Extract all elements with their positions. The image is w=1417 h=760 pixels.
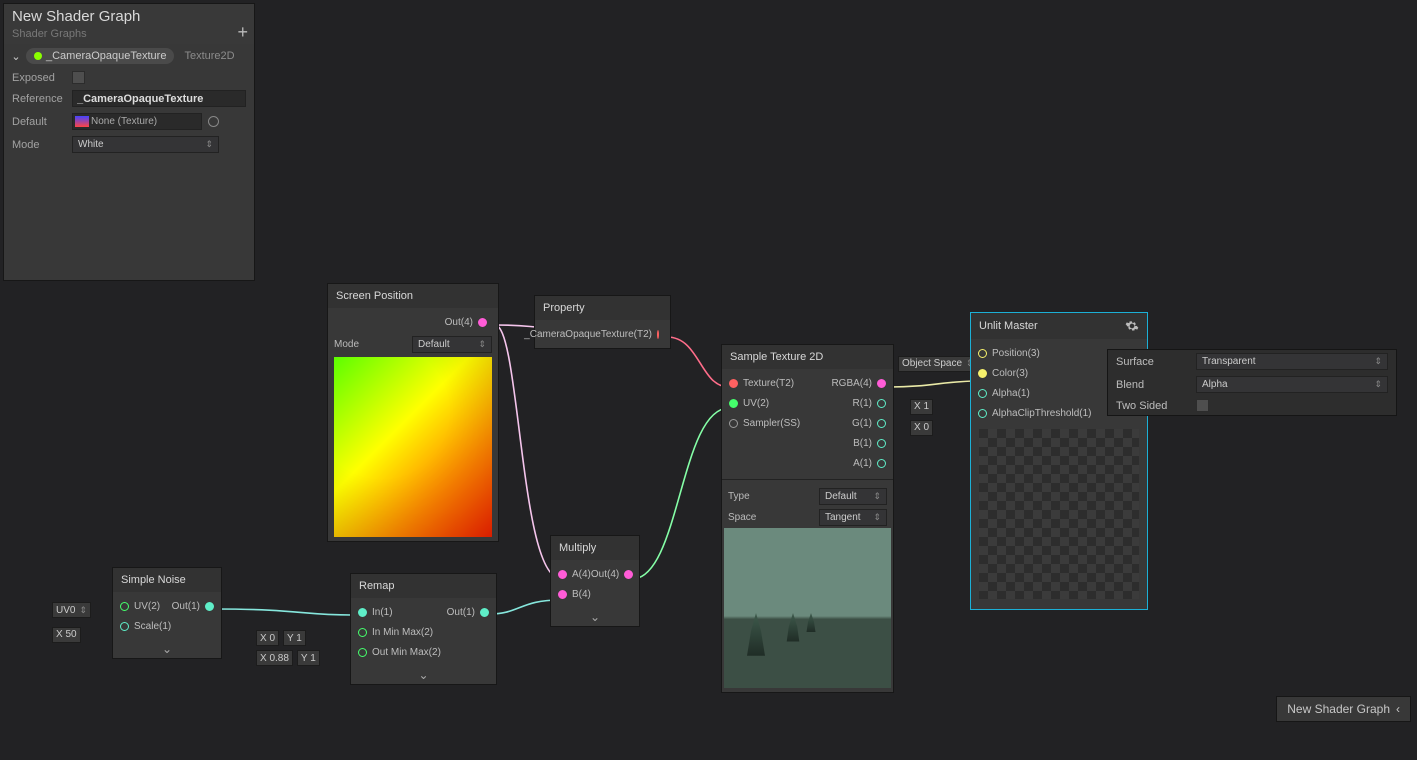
node-screen-position[interactable]: Screen Position Out(4) Mode Default	[327, 283, 499, 542]
scale-input-pill[interactable]: X 50	[52, 627, 81, 643]
object-picker-button[interactable]	[208, 116, 219, 127]
port-out[interactable]	[657, 330, 659, 339]
port-scale[interactable]	[120, 622, 129, 631]
sample-space-dropdown[interactable]: Tangent	[819, 509, 887, 526]
port-out[interactable]	[205, 602, 214, 611]
port-out[interactable]	[480, 608, 489, 617]
property-name: _CameraOpaqueTexture	[46, 50, 166, 62]
remap-imm-y[interactable]: Y 1	[283, 630, 306, 646]
master-settings-panel: Surface Transparent Blend Alpha Two Side…	[1107, 349, 1397, 416]
port-b[interactable]	[558, 590, 567, 599]
collapse-toggle[interactable]: ⌄	[351, 666, 496, 684]
port-g[interactable]	[877, 419, 886, 428]
port-color[interactable]	[978, 369, 987, 378]
sample-preview	[724, 528, 891, 688]
port-a[interactable]	[877, 459, 886, 468]
port-uv[interactable]	[120, 602, 129, 611]
port-out-min-max[interactable]	[358, 648, 367, 657]
reference-label: Reference	[12, 93, 72, 105]
port-in-min-max[interactable]	[358, 628, 367, 637]
property-type: Texture2D	[184, 50, 234, 62]
remap-omm-y[interactable]: Y 1	[297, 650, 320, 666]
port-out[interactable]	[624, 570, 633, 579]
two-sided-checkbox[interactable]	[1196, 399, 1209, 412]
blackboard-panel: New Shader Graph Shader Graphs + ⌄ _Came…	[3, 3, 255, 281]
port-alpha[interactable]	[978, 389, 987, 398]
default-label: Default	[12, 116, 72, 128]
port-texture[interactable]	[729, 379, 738, 388]
node-simple-noise[interactable]: Simple Noise UV(2) Out(1) Scale(1) ⌄	[112, 567, 222, 659]
port-in[interactable]	[358, 608, 367, 617]
add-property-button[interactable]: +	[237, 22, 248, 43]
position-space-pill[interactable]: Object Space	[898, 356, 978, 372]
graph-title: New Shader Graph	[12, 8, 246, 25]
surface-dropdown[interactable]: Transparent	[1196, 353, 1388, 370]
node-property[interactable]: Property _CameraOpaqueTexture(T2)	[534, 295, 671, 349]
mode-label: Mode	[12, 139, 72, 151]
reference-input[interactable]	[72, 90, 246, 107]
blend-dropdown[interactable]: Alpha	[1196, 376, 1388, 393]
graph-category: Shader Graphs	[12, 28, 246, 40]
collapse-toggle[interactable]: ⌄	[113, 640, 221, 658]
port-clip[interactable]	[978, 409, 987, 418]
default-object-field[interactable]: None (Texture)	[72, 113, 202, 130]
blackboard-header: New Shader Graph Shader Graphs +	[4, 4, 254, 44]
port-out[interactable]	[478, 318, 487, 327]
texture-swatch-icon	[75, 116, 89, 127]
remap-omm-x[interactable]: X 0.88	[256, 650, 293, 666]
port-sampler[interactable]	[729, 419, 738, 428]
chevron-left-icon: ‹	[1396, 702, 1400, 716]
port-uv[interactable]	[729, 399, 738, 408]
screenpos-preview	[334, 357, 492, 537]
property-swatch-icon	[34, 52, 42, 60]
chevron-down-icon: ⌄	[10, 50, 22, 63]
port-r[interactable]	[877, 399, 886, 408]
port-rgba[interactable]	[877, 379, 886, 388]
collapse-toggle[interactable]: ⌄	[551, 608, 639, 626]
node-multiply[interactable]: Multiply A(4) Out(4) B(4) ⌄	[550, 535, 640, 627]
node-sample-texture-2d[interactable]: Sample Texture 2D Texture(T2) RGBA(4) UV…	[721, 344, 894, 693]
port-a[interactable]	[558, 570, 567, 579]
screenpos-mode-dropdown[interactable]: Default	[412, 336, 492, 353]
remap-imm-x[interactable]: X 0	[256, 630, 279, 646]
alpha-input-pill[interactable]: X 1	[910, 399, 933, 415]
port-b[interactable]	[877, 439, 886, 448]
uv-input-pill[interactable]: UV0	[52, 602, 91, 618]
main-preview-toggle[interactable]: New Shader Graph ‹	[1276, 696, 1411, 722]
property-row[interactable]: ⌄ _CameraOpaqueTexture Texture2D	[4, 44, 254, 68]
gear-icon[interactable]	[1125, 319, 1139, 333]
exposed-checkbox[interactable]	[72, 71, 85, 84]
master-preview	[979, 429, 1139, 599]
exposed-label: Exposed	[12, 72, 72, 84]
port-position[interactable]	[978, 349, 987, 358]
clip-input-pill[interactable]: X 0	[910, 420, 933, 436]
mode-dropdown[interactable]: White	[72, 136, 219, 153]
node-remap[interactable]: Remap In(1) Out(1) In Min Max(2) Out Min…	[350, 573, 497, 685]
sample-type-dropdown[interactable]: Default	[819, 488, 887, 505]
